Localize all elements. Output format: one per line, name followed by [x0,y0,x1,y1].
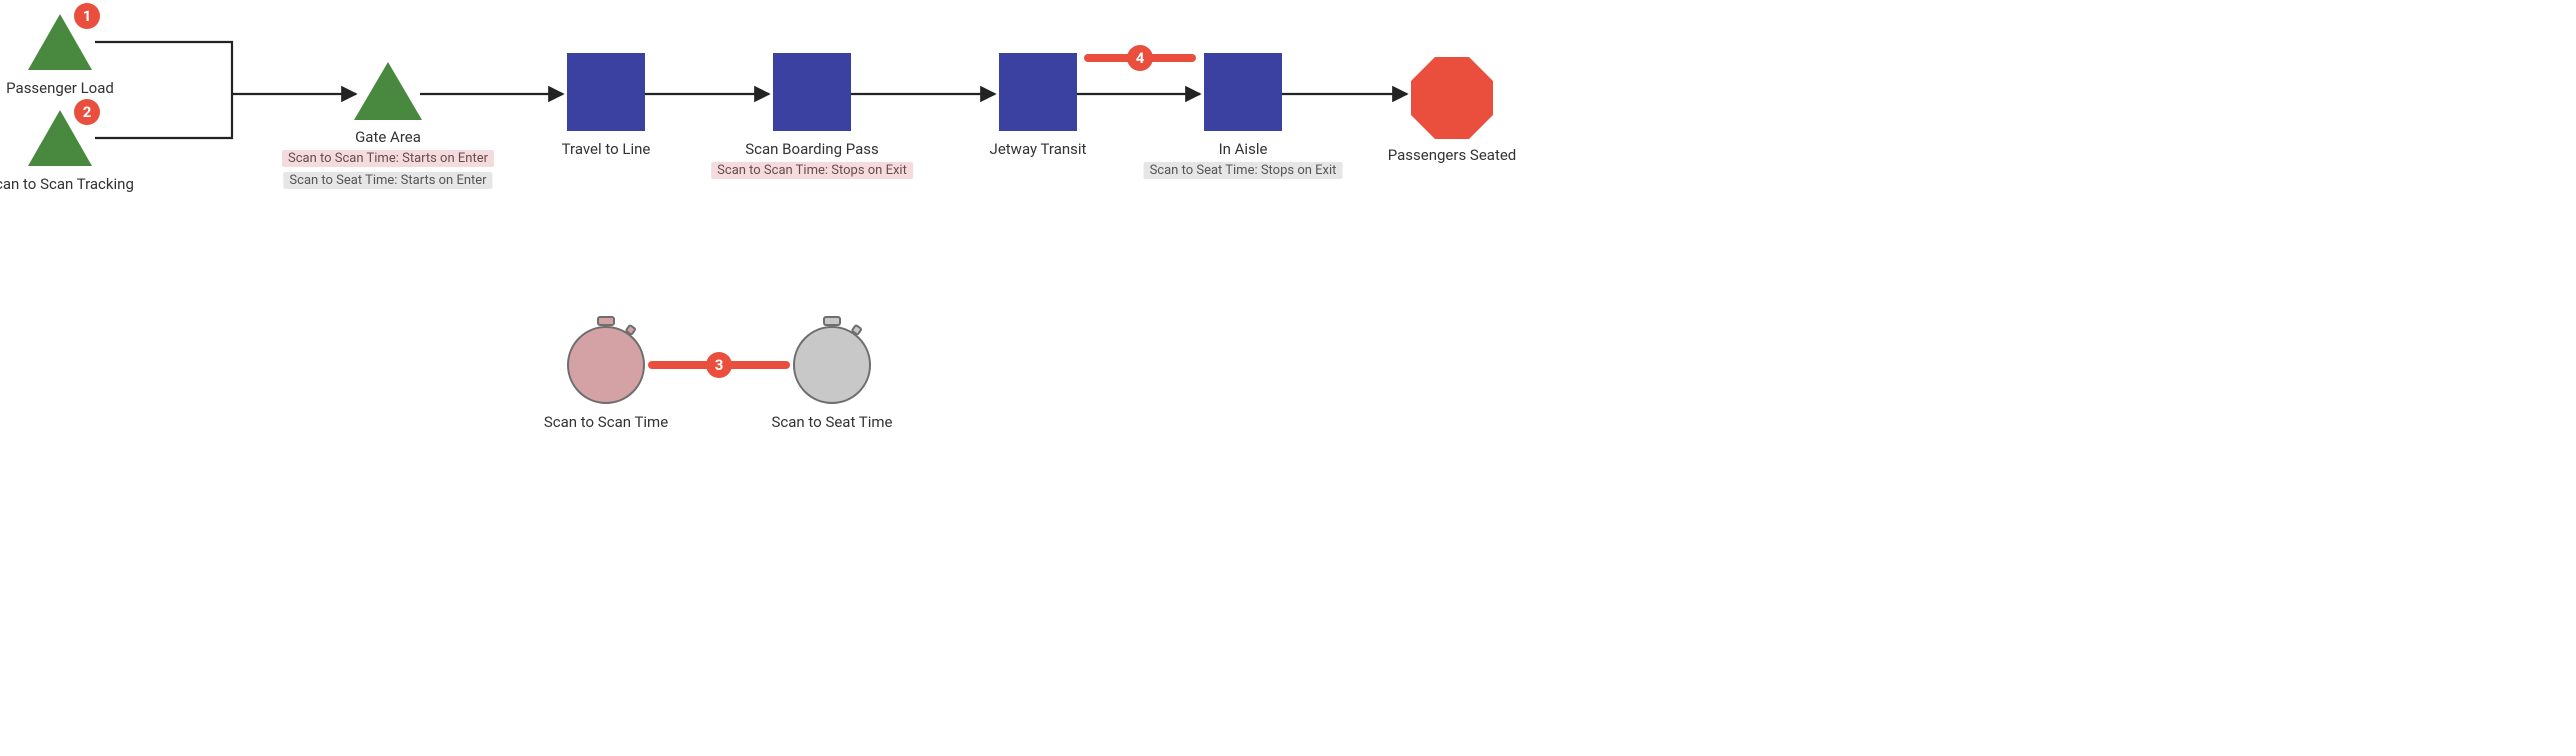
scan-pass-tag: Scan to Scan Time: Stops on Exit [711,162,913,179]
travel-to-line-icon [567,53,645,131]
scan-boarding-pass-icon [773,53,851,131]
scan-tracking-label: Scan to Scan Tracking [0,175,134,193]
square-shapes [567,53,1282,131]
timer-scan-to-scan-label: Scan to Scan Time [544,413,668,431]
badge-1: 1 [74,3,100,29]
diagram-svg [0,0,1546,454]
jetway-transit-icon [999,53,1077,131]
badge-4: 4 [1127,45,1153,71]
in-aisle-icon [1204,53,1282,131]
badge-3: 3 [706,352,732,378]
passengers-seated-label: Passengers Seated [1388,146,1517,164]
timer-scan-to-seat-label: Scan to Seat Time [771,413,892,431]
travel-to-line-label: Travel to Line [562,140,651,158]
gate-area-tag-2: Scan to Seat Time: Starts on Enter [283,172,492,189]
in-aisle-label: In Aisle [1219,140,1268,158]
timer-scan-to-seat-icon [794,317,870,403]
jetway-transit-label: Jetway Transit [990,140,1087,158]
passenger-load-label: Passenger Load [6,79,114,97]
timer-scan-to-scan-icon [568,317,644,403]
passengers-seated-icon [1411,57,1493,139]
scan-boarding-pass-label: Scan Boarding Pass [745,140,878,158]
gate-area-icon [354,62,422,120]
gate-area-tag-1: Scan to Scan Time: Starts on Enter [282,150,494,167]
in-aisle-tag: Scan to Seat Time: Stops on Exit [1144,162,1343,179]
flow-diagram: Passenger Load Scan to Scan Tracking Gat… [0,0,1546,454]
badge-2: 2 [74,99,100,125]
gate-area-label: Gate Area [355,128,421,146]
